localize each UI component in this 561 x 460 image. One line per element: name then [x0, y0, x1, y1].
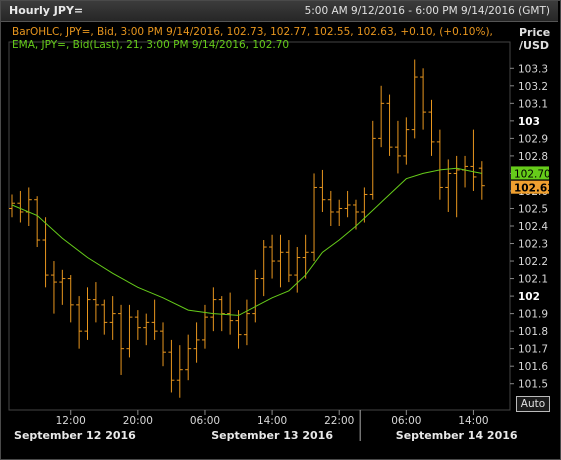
y-tick-label: 103.1 — [518, 98, 548, 110]
time-axis[interactable]: 12:00 20:00 06:00 14:00 22:00 06:00 14:00 Septe… — [14, 410, 518, 442]
y-tick-label: 101.5 — [518, 379, 548, 391]
x-tick-label: 06:00 — [391, 415, 421, 427]
last-value-badges: 102.70 102.63 — [511, 166, 555, 195]
x-tick-label: 06:00 — [190, 415, 220, 427]
ema-value-text: 102.70 — [514, 168, 551, 180]
price-chart[interactable]: 101.5 101.6 101.7 101.8 101.9 102 102.1 102.2 10… — [0, 0, 561, 460]
y-tick-label: 102.4 — [518, 221, 548, 233]
date-label: September 14 2016 — [396, 429, 518, 442]
date-label: September 13 2016 — [211, 429, 333, 442]
price-axis[interactable]: 101.5 101.6 101.7 101.8 101.9 102 102.1 102.2 10… — [510, 63, 548, 391]
legend-ohlc: BarOHLC, JPY=, Bid, 3:00 PM 9/14/2016, 1… — [12, 26, 493, 38]
price-axis-unit: /USD — [519, 39, 549, 52]
y-tick-label: 103.2 — [518, 81, 548, 93]
y-tick-label: 103 — [518, 116, 540, 128]
y-tick-label: 101.6 — [518, 361, 548, 373]
y-tick-label: 102.2 — [518, 256, 548, 268]
auto-scale-button[interactable]: Auto — [516, 396, 550, 412]
y-tick-label: 101.9 — [518, 309, 548, 321]
x-tick-label: 20:00 — [123, 415, 153, 427]
price-axis-title: Price — [519, 26, 550, 39]
x-tick-label: 14:00 — [257, 415, 287, 427]
legend-ema: EMA, JPY=, Bid(Last), 21, 3:00 PM 9/14/2… — [12, 39, 289, 51]
x-tick-label: 14:00 — [458, 415, 488, 427]
y-tick-label: 102.3 — [518, 239, 548, 251]
date-label: September 12 2016 — [14, 429, 136, 442]
y-tick-label: 102.8 — [518, 151, 548, 163]
x-tick-label: 22:00 — [324, 415, 354, 427]
y-tick-label: 101.8 — [518, 326, 548, 338]
y-tick-label: 102.9 — [518, 133, 548, 145]
y-tick-label: 101.7 — [518, 344, 548, 356]
plot-area — [8, 41, 511, 411]
y-tick-label: 102.5 — [518, 203, 548, 215]
x-tick-label: 12:00 — [56, 415, 86, 427]
y-tick-label: 103.3 — [518, 63, 548, 75]
price-value-text: 102.63 — [514, 183, 555, 195]
y-tick-label: 102.1 — [518, 274, 548, 286]
y-tick-label: 102 — [518, 291, 540, 303]
